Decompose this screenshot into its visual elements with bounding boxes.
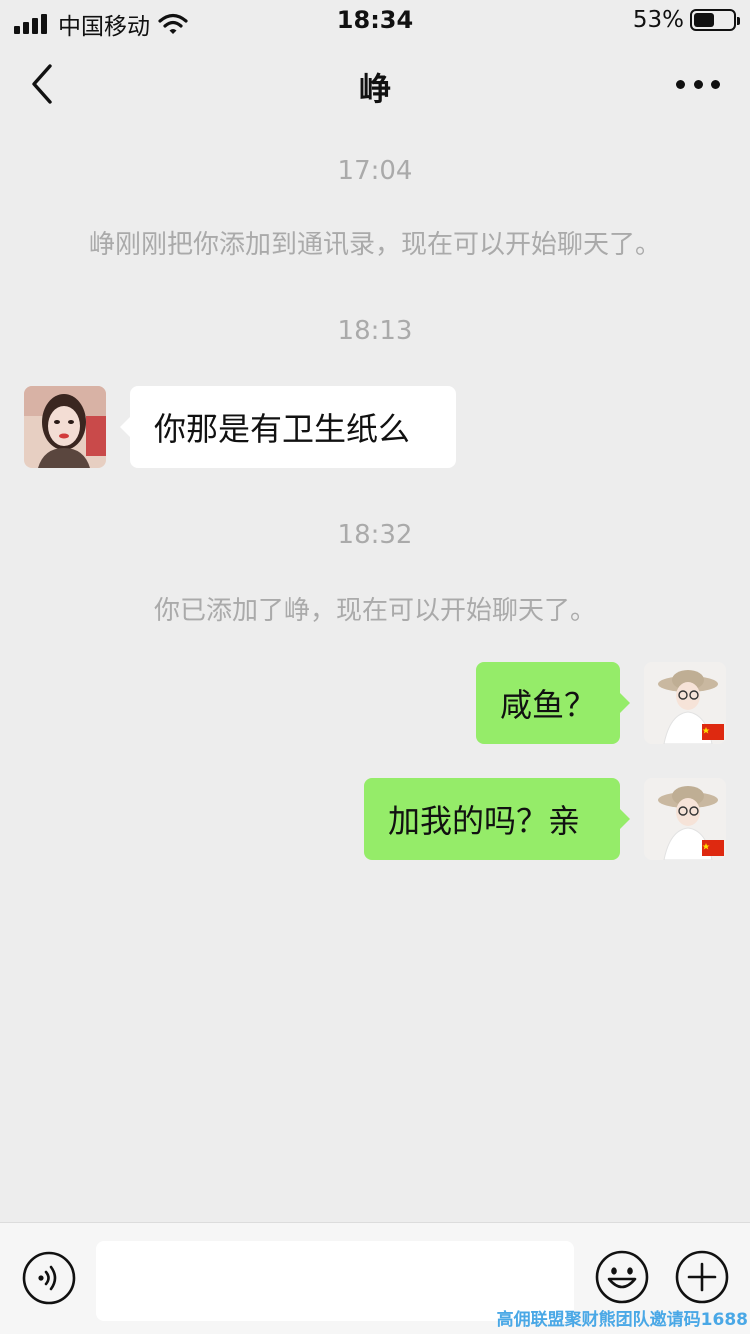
chat-title: 峥: [358, 70, 391, 108]
voice-icon[interactable]: [22, 1251, 76, 1305]
timestamp: 18:32: [337, 520, 413, 550]
more-dots-icon[interactable]: [676, 78, 720, 90]
nav-bar: 峥: [0, 40, 750, 128]
incoming-message-bubble[interactable]: 你那是有卫生纸么: [120, 386, 456, 468]
contact-avatar[interactable]: [24, 386, 106, 468]
my-avatar-image: [644, 778, 726, 860]
message-text: 咸鱼？: [500, 686, 597, 724]
dot: [711, 79, 720, 89]
my-avatar[interactable]: [644, 662, 726, 744]
timestamp: 18:13: [337, 316, 413, 346]
input-bar: 高佣联盟聚财熊团队邀请码1688: [0, 1222, 750, 1334]
dot: [693, 79, 703, 89]
battery-icon: [690, 9, 740, 31]
message-text: 加我的吗？亲: [388, 802, 581, 840]
system-message: 你已添加了峥，现在可以开始聊天了。: [153, 596, 596, 626]
contact-avatar-image: [24, 386, 106, 468]
plus-icon[interactable]: [674, 1249, 730, 1305]
status-bar: 中国移动 18:34 53%: [0, 0, 750, 40]
message-text: 你那是有卫生纸么: [154, 410, 411, 448]
my-avatar-image: [644, 662, 726, 744]
outgoing-message-bubble[interactable]: 加我的吗？亲: [364, 778, 630, 860]
my-avatar[interactable]: [644, 778, 726, 860]
dot: [676, 79, 685, 89]
outgoing-message-bubble[interactable]: 咸鱼？: [476, 662, 630, 744]
battery-percent: 53%: [632, 7, 684, 33]
watermark-text: 高佣联盟聚财熊团队邀请码1688: [496, 1310, 748, 1330]
system-message: 峥刚刚把你添加到通讯录，现在可以开始聊天了。: [88, 230, 661, 260]
timestamp: 17:04: [337, 156, 413, 186]
emoji-icon[interactable]: [594, 1249, 650, 1305]
status-right: 53%: [632, 7, 740, 33]
battery-fill: [694, 13, 715, 27]
